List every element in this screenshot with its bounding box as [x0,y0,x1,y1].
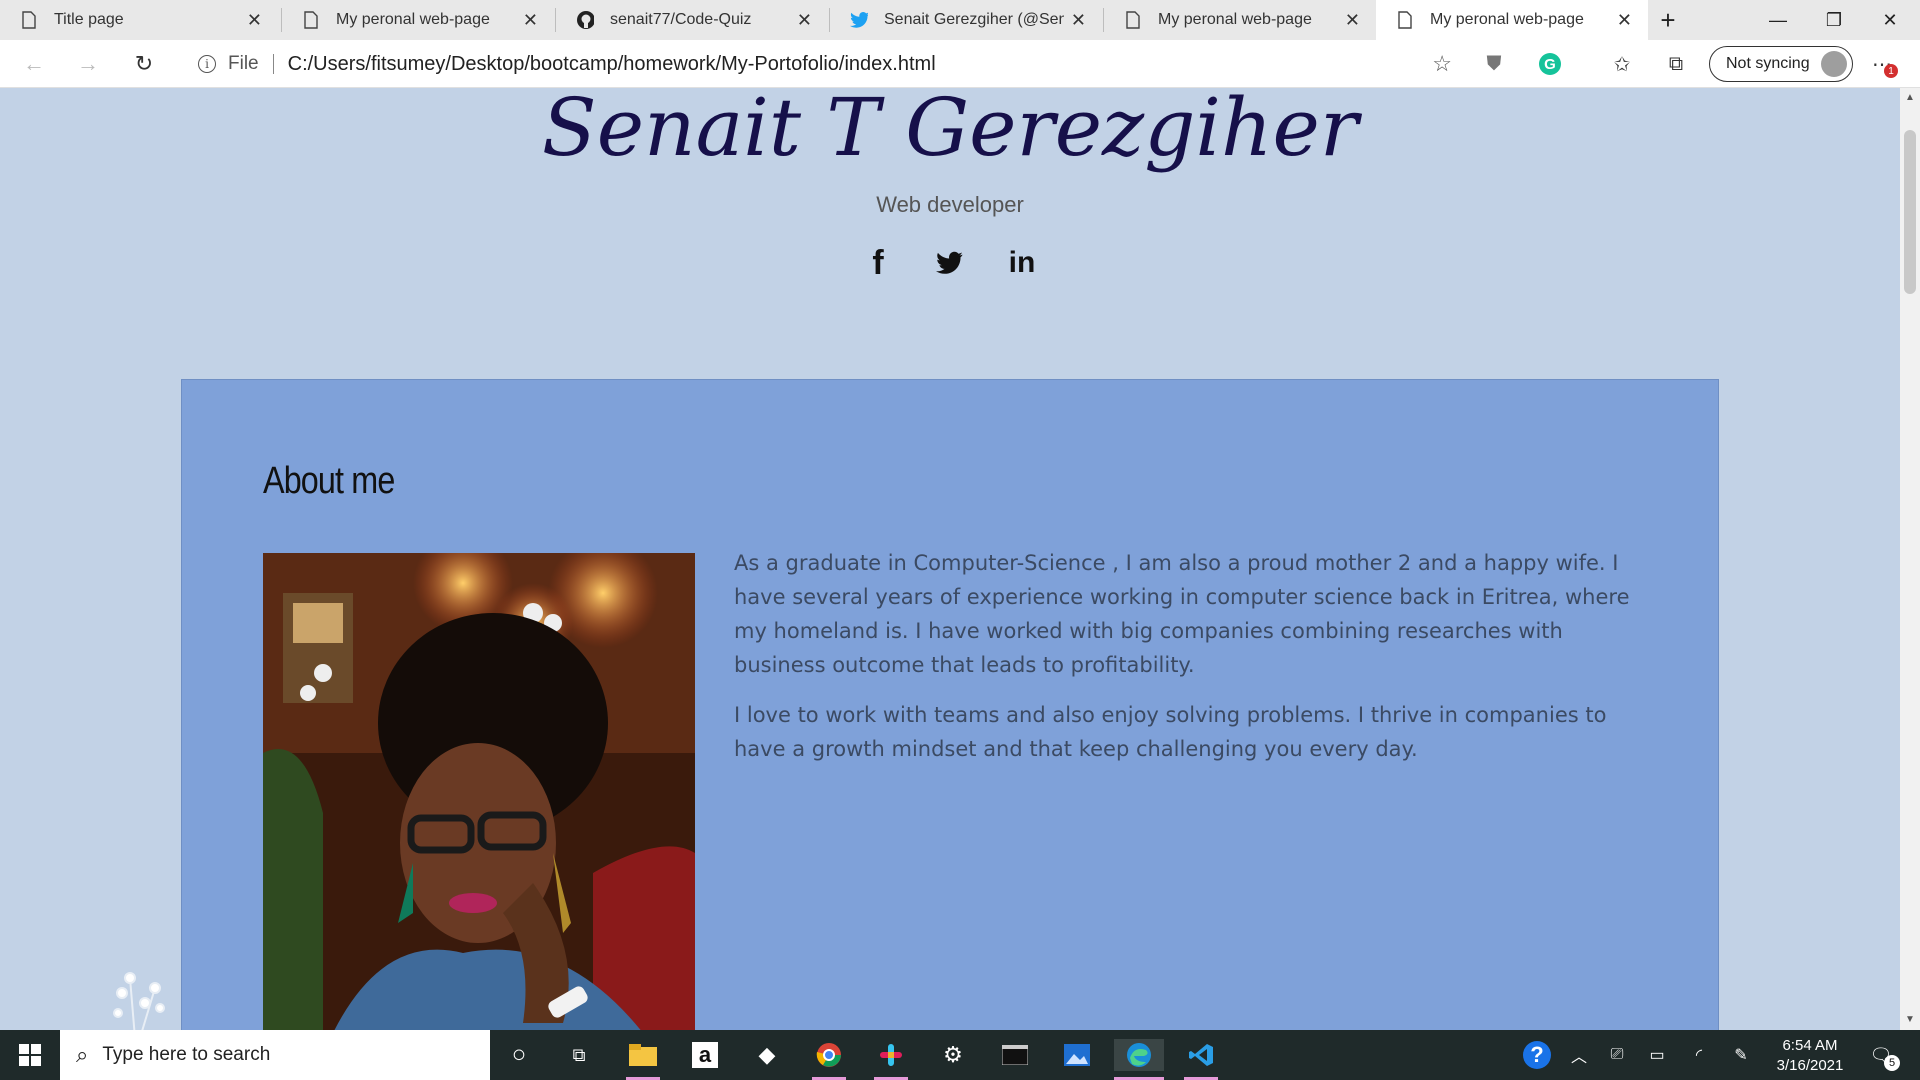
slack-icon[interactable] [874,1039,908,1080]
page-viewport: Senait T Gerezgiher Web developer f in A… [0,88,1900,1030]
restore-button[interactable]: ❐ [1806,0,1862,40]
tab-label: senait77/Code-Quiz [610,11,752,28]
site-title: Senait T Gerezgiher [541,88,1359,174]
about-text: As a graduate in Computer-Science , I am… [734,546,1634,782]
close-icon[interactable]: ✕ [247,10,262,31]
sync-label: Not syncing [1726,55,1810,72]
address-bar[interactable]: i File C:/Users/fitsumey/Desktop/bootcam… [180,45,1460,83]
scroll-down-arrow[interactable]: ▼ [1904,1014,1916,1026]
info-icon[interactable]: i [198,55,216,73]
profile-sync-button[interactable]: Not syncing [1709,46,1853,82]
collections-icon[interactable]: ⧉ [1658,48,1694,80]
refresh-button[interactable]: ↻ [126,48,162,80]
scroll-up-arrow[interactable]: ▲ [1904,92,1916,104]
close-window-button[interactable]: ✕ [1862,0,1918,40]
clock-date: 3/16/2021 [1776,1057,1844,1074]
back-button[interactable]: ← [16,48,52,80]
chrome-icon[interactable] [812,1039,846,1080]
clock[interactable]: 6:54 AM 3/16/2021 [1760,1036,1860,1076]
tab-title-page[interactable]: Title page ✕ [0,0,278,40]
wifi-icon[interactable]: ◜ [1682,1039,1716,1071]
pen-icon[interactable]: ✎ [1724,1039,1758,1071]
amazon-icon[interactable]: a [688,1039,722,1071]
windows-start-icon[interactable] [13,1039,47,1071]
chevron-up-icon[interactable]: ︿ [1562,1039,1596,1071]
more-menu-icon[interactable]: ⋯ 1 [1864,48,1900,80]
about-section: About me As a graduate in Computer-Scien… [181,379,1719,1030]
twitter-icon [850,10,868,30]
page-icon [20,10,38,30]
scrollbar-thumb[interactable] [1904,130,1916,294]
page-icon [1396,10,1414,30]
facebook-icon[interactable]: f [863,244,893,282]
terminal-icon[interactable] [998,1039,1032,1071]
page-icon [302,10,320,30]
social-links: f in [0,244,1900,282]
tab-personal-page-active[interactable]: My peronal web-page ✕ [1376,0,1648,40]
dropbox-icon[interactable]: ◆ [750,1039,784,1071]
shield-icon[interactable]: ⛊ [1476,48,1512,80]
search-placeholder: Type here to search [102,1044,271,1065]
forward-button[interactable]: → [70,48,106,80]
tab-label: Senait Gerezgiher (@SenaitG [884,11,1064,28]
photos-icon[interactable] [1060,1039,1094,1071]
about-heading: About me [263,460,395,502]
vscode-icon[interactable] [1184,1039,1218,1080]
url-text[interactable]: C:/Users/fitsumey/Desktop/bootcamp/homew… [288,53,936,76]
twitter-icon[interactable] [935,248,965,278]
close-icon[interactable]: ✕ [1617,10,1632,31]
favorites-icon[interactable]: ✩ [1604,48,1640,80]
settings-gear-icon[interactable]: ⚙ [936,1039,970,1071]
tab-label: Title page [54,11,124,28]
site-subtitle: Web developer [876,192,1024,217]
page-icon [1124,10,1142,30]
file-explorer-icon[interactable] [626,1039,660,1080]
notification-badge: 1 [1884,64,1898,78]
cortana-icon[interactable]: ○ [502,1039,536,1071]
clock-time: 6:54 AM [1782,1037,1838,1054]
tab-code-quiz[interactable]: senait77/Code-Quiz ✕ [556,0,828,40]
tab-twitter[interactable]: Senait Gerezgiher (@SenaitG ✕ [830,0,1102,40]
battery-icon[interactable]: ▭ [1640,1039,1674,1071]
taskbar: ⌕ Type here to search ○ ⧉ a ◆ ⚙ ? ︿ ⎚ ▭ … [0,1030,1920,1080]
close-icon[interactable]: ✕ [1345,10,1360,31]
search-icon: ⌕ [76,1042,89,1067]
linkedin-icon[interactable]: in [1007,246,1037,279]
minimize-button[interactable]: — [1750,0,1806,40]
grammarly-icon[interactable]: G [1532,48,1568,80]
about-paragraph: I love to work with teams and also enjoy… [734,703,1607,761]
profile-photo [263,553,695,1030]
edge-icon[interactable] [1114,1039,1164,1080]
tab-label: My peronal web-page [336,11,490,28]
decorative-plant-image [100,958,180,1030]
close-icon[interactable]: ✕ [797,10,812,31]
favorite-star-icon[interactable]: ☆ [1432,51,1452,77]
toolbar: ← → ↻ i File C:/Users/fitsumey/Desktop/b… [0,40,1920,88]
meet-now-icon[interactable]: ⎚ [1600,1039,1634,1071]
notification-count-badge: 5 [1884,1055,1900,1071]
tab-personal-page-1[interactable]: My peronal web-page ✕ [282,0,554,40]
close-icon[interactable]: ✕ [1071,10,1086,31]
tab-personal-page-2[interactable]: My peronal web-page ✕ [1104,0,1376,40]
task-view-icon[interactable]: ⧉ [562,1039,596,1071]
tab-label: My peronal web-page [1158,11,1312,28]
about-paragraph: As a graduate in Computer-Science , I am… [734,551,1630,677]
help-icon[interactable]: ? [1520,1039,1554,1071]
taskbar-search[interactable]: ⌕ Type here to search [60,1030,490,1080]
tab-strip: Title page ✕ My peronal web-page ✕ senai… [0,0,1920,40]
close-icon[interactable]: ✕ [523,10,538,31]
tab-label: My peronal web-page [1430,11,1584,28]
avatar [1821,51,1847,77]
github-icon [576,10,594,30]
url-scheme: File [228,53,259,74]
notification-center-icon[interactable]: 🗨 5 [1864,1039,1900,1071]
new-tab-button[interactable]: + [1640,0,1696,40]
